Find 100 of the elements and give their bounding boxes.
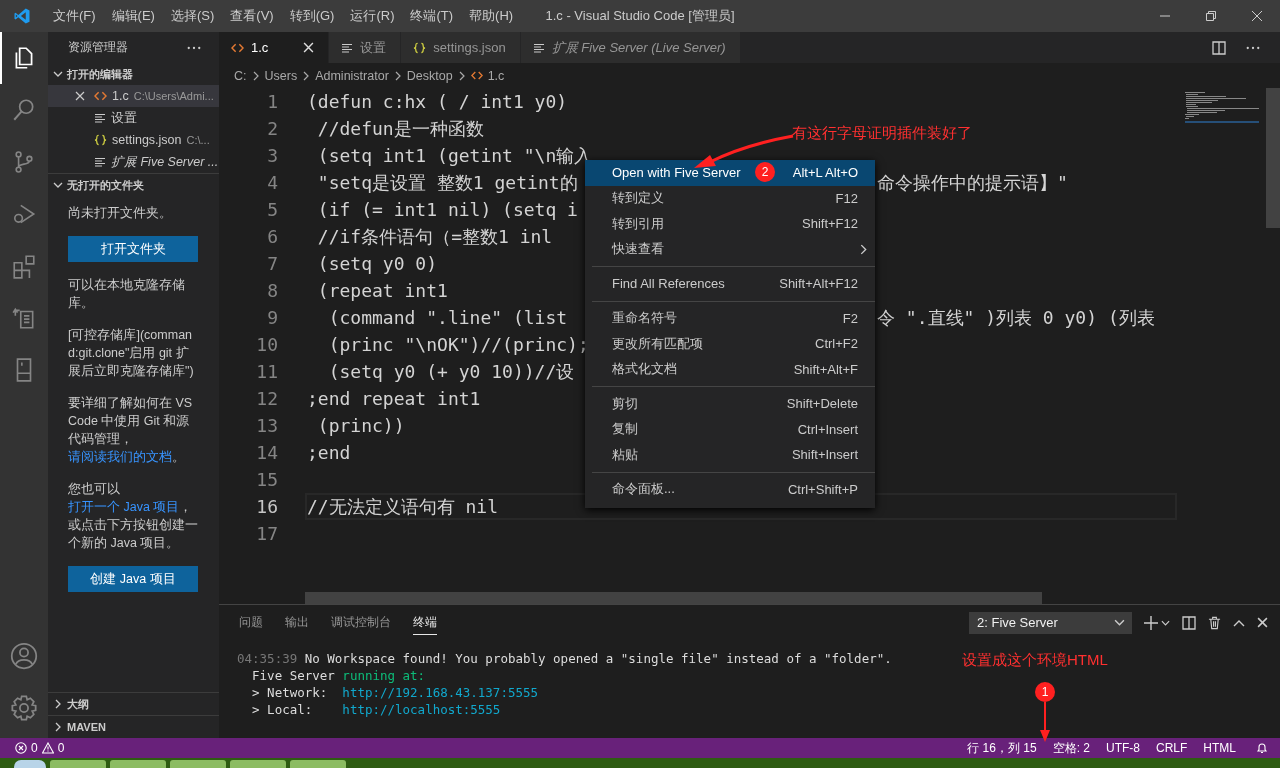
line-number: 16 <box>255 496 279 517</box>
code-line: (if (= int1 nil) (setq i <box>316 199 578 220</box>
menu-item[interactable]: 重命名符号 F2 <box>585 305 875 331</box>
terminal-dropdown[interactable]: 2: Five Server <box>969 611 1132 634</box>
status-item[interactable]: 行 16，列 15 <box>967 739 1037 757</box>
breadcrumb-item[interactable]: C: <box>234 68 247 83</box>
code-line: (repeat int1 <box>316 280 448 301</box>
line-number: 11 <box>255 361 279 382</box>
menu-item[interactable]: 转到(G) <box>281 7 343 25</box>
step-marker: 1 <box>1035 682 1055 702</box>
panel-tab[interactable]: 输出 <box>285 610 309 635</box>
panel-tab[interactable]: 终端 <box>413 610 437 635</box>
error-icon <box>15 742 27 754</box>
chevron-icon[interactable] <box>53 722 63 732</box>
menu-item[interactable]: 快速查看 <box>585 236 875 262</box>
lines-icon <box>532 42 545 53</box>
docs-link[interactable]: 请阅读我们的文档 <box>68 450 172 464</box>
menu-item[interactable]: 粘贴 Shift+Insert <box>585 442 875 468</box>
open-editor-item[interactable]: 扩展 Five Server ... <box>48 151 219 173</box>
status-item[interactable]: CRLF <box>1156 741 1188 755</box>
code-line: //defun是一种函数 <box>316 116 484 141</box>
breadcrumb-item[interactable]: Administrator <box>315 68 389 83</box>
chevron-up-icon[interactable] <box>1233 618 1245 627</box>
warning-icon <box>41 742 54 754</box>
code-file-icon <box>470 71 483 80</box>
account-icon[interactable] <box>10 642 38 670</box>
code-line: (defun c:hx ( / int1 y0) <box>307 91 568 112</box>
chevron-right-icon <box>458 70 465 81</box>
more-icon[interactable] <box>187 45 201 50</box>
status-item[interactable]: UTF-8 <box>1106 741 1140 755</box>
chevron-right-icon <box>252 70 259 81</box>
close-icon[interactable] <box>1257 617 1268 628</box>
line-number: 14 <box>255 442 279 463</box>
menu-item[interactable]: 文件(F) <box>45 7 104 25</box>
menu-item[interactable]: 帮助(H) <box>461 7 522 25</box>
open-editor-item[interactable]: 设置 <box>48 107 219 129</box>
status-item[interactable]: 空格: 2 <box>1052 739 1090 757</box>
scrollbar[interactable] <box>305 592 1042 604</box>
caret-icon[interactable] <box>1161 619 1170 626</box>
editor-tab[interactable]: 1.c <box>219 32 330 63</box>
section-title[interactable]: MAVEN <box>67 721 106 733</box>
scrollbar[interactable] <box>1266 88 1280 228</box>
chevron-icon[interactable] <box>53 180 63 190</box>
trash-icon[interactable] <box>1208 615 1221 630</box>
menu-item[interactable]: 复制 Ctrl+Insert <box>585 416 875 442</box>
menu-item[interactable]: 查看(V) <box>222 7 282 25</box>
annotation-text: 设置成这个环境HTML <box>962 651 1108 670</box>
more-icon[interactable] <box>1246 45 1260 50</box>
panel-tab[interactable]: 调试控制台 <box>331 610 391 635</box>
menu-item[interactable]: 转到定义 F12 <box>585 185 875 211</box>
sidebar-text: 尚未打开文件夹。 <box>68 205 173 222</box>
chevron-right-icon <box>303 70 310 81</box>
editor-tab[interactable]: 设置 <box>329 32 402 63</box>
menu-item[interactable]: 命令面板... Ctrl+Shift+P <box>585 476 875 502</box>
braces-icon <box>94 134 107 146</box>
docs-link[interactable]: 打开一个 Java 项目 <box>68 500 180 514</box>
split-terminal-icon[interactable] <box>1182 615 1196 630</box>
breadcrumb-item[interactable]: Desktop <box>406 68 453 83</box>
menu-item[interactable]: 格式化文档 Shift+Alt+F <box>585 356 875 382</box>
section-title[interactable]: 打开的编辑器 <box>67 66 133 82</box>
code-line: (command ".line" (list <box>327 307 568 328</box>
line-number: 4 <box>266 172 279 193</box>
sidebar-button[interactable]: 创建 Java 项目 <box>68 566 198 592</box>
open-editor-item[interactable]: settings.json C:\... <box>48 129 219 151</box>
open-editor-item[interactable]: 1.c C:\Users\Admi... <box>48 85 219 107</box>
line-number: 5 <box>266 199 279 220</box>
plus-icon[interactable] <box>1144 615 1158 630</box>
menu-item[interactable]: 选择(S) <box>162 7 223 25</box>
editor-tab[interactable]: settings.json <box>401 32 521 63</box>
menu-item[interactable]: 剪切 Shift+Delete <box>585 391 875 417</box>
chevron-icon[interactable] <box>53 69 63 79</box>
code-file-icon <box>231 42 244 53</box>
chevron-icon[interactable] <box>53 699 63 709</box>
menu-item[interactable]: 终端(T) <box>402 7 462 25</box>
section-title[interactable]: 大纲 <box>67 696 89 712</box>
section-title[interactable]: 无打开的文件夹 <box>67 177 144 193</box>
code-line: (setq y0 0) <box>316 253 438 274</box>
panel-tab[interactable]: 问题 <box>239 610 263 635</box>
menu-item[interactable]: 运行(R) <box>342 7 403 25</box>
editor-tab[interactable]: 扩展 Five Server (Live Server) <box>520 32 741 63</box>
bell-icon[interactable] <box>1256 742 1268 754</box>
terminal-line: > Local: http://localhost:5555 <box>251 701 501 718</box>
lines-icon <box>341 42 354 53</box>
line-number: 3 <box>266 145 279 166</box>
close-icon[interactable] <box>303 42 315 53</box>
settings-icon[interactable] <box>10 694 38 722</box>
code-line: ;end <box>307 442 351 463</box>
problems-status[interactable]: 0 0 <box>0 741 65 755</box>
menu-item[interactable]: 转到引用 Shift+F12 <box>585 211 875 237</box>
code-line: 令 ".直线" )列表 0 y0) (列表 <box>877 305 1155 330</box>
sidebar-button[interactable]: 打开文件夹 <box>68 236 198 262</box>
close-icon[interactable] <box>75 91 85 101</box>
breadcrumb-item[interactable]: Users <box>264 68 298 83</box>
menu-item[interactable]: 编辑(E) <box>103 7 163 25</box>
menu-item[interactable]: Find All References Shift+Alt+F12 <box>585 271 875 297</box>
terminal-line: > Network: http://192.168.43.137:5555 <box>251 684 539 701</box>
line-number: 6 <box>266 226 279 247</box>
status-item[interactable]: HTML <box>1203 741 1236 755</box>
breadcrumb-item[interactable]: 1.c <box>470 68 505 83</box>
split-editor-icon[interactable] <box>1212 40 1226 55</box>
